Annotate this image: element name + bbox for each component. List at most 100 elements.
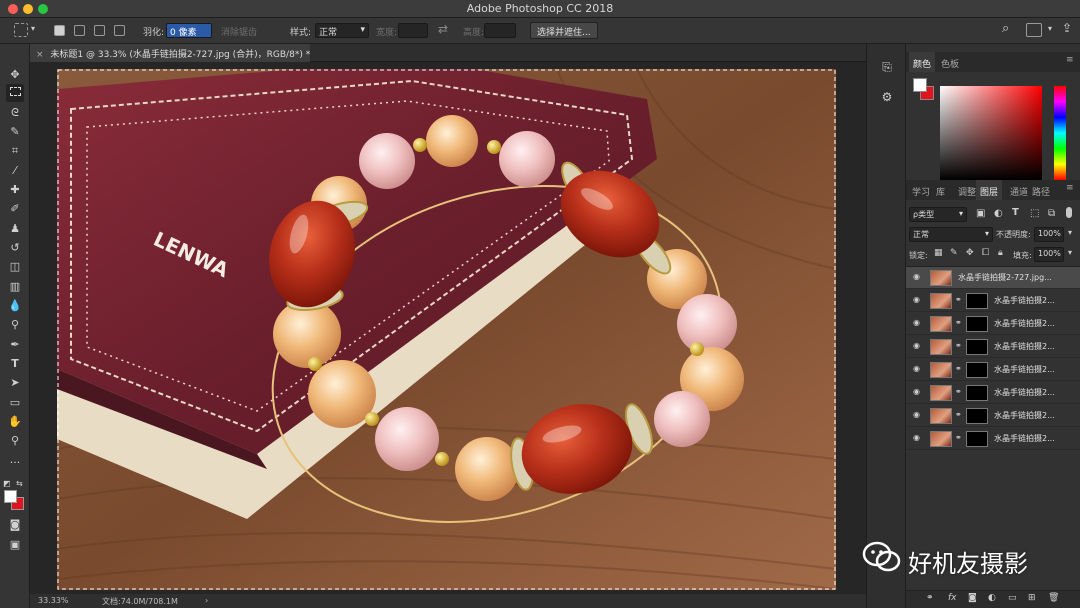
layer-row[interactable]: ◉ ⚭ 水晶手链拍摄2... <box>906 405 1080 427</box>
layer-name[interactable]: 水晶手链拍摄2... <box>994 410 1055 421</box>
hand-tool-icon[interactable]: ✋ <box>6 413 24 431</box>
add-selection-icon[interactable] <box>74 25 85 36</box>
lasso-tool-icon[interactable]: ᘓ <box>6 104 24 122</box>
mask-link-icon[interactable]: ⚭ <box>955 387 962 396</box>
height-input[interactable] <box>484 23 516 38</box>
zoom-level[interactable]: 33.33% <box>38 596 69 605</box>
panel-menu-icon[interactable]: ≡ <box>1066 55 1074 65</box>
layer-thumbnail[interactable] <box>930 339 952 355</box>
filter-toggle[interactable] <box>1066 207 1072 218</box>
filter-pixel-icon[interactable]: ▣ <box>976 208 985 219</box>
new-layer-icon[interactable]: ⊞ <box>1028 593 1036 603</box>
visibility-eye-icon[interactable]: ◉ <box>913 341 923 351</box>
mask-link-icon[interactable]: ⚭ <box>955 364 962 373</box>
healing-brush-tool-icon[interactable]: ✚ <box>6 181 24 199</box>
rectangular-marquee-tool-icon[interactable] <box>6 84 24 102</box>
layer-mask-thumbnail[interactable] <box>966 339 988 355</box>
tab-libraries[interactable]: 库 <box>936 185 945 198</box>
hue-slider[interactable] <box>1054 86 1066 180</box>
antialias-checkbox-label[interactable]: 消除锯齿 <box>221 25 257 38</box>
tab-adjustments[interactable]: 调整 <box>958 185 976 198</box>
mask-link-icon[interactable]: ⚭ <box>955 410 962 419</box>
visibility-eye-icon[interactable]: ◉ <box>913 410 923 420</box>
link-icon[interactable]: ⚭ <box>926 593 934 603</box>
layer-name[interactable]: 水晶手链拍摄2... <box>994 364 1055 375</box>
layer-thumbnail[interactable] <box>930 362 952 378</box>
fill-input[interactable]: 100% <box>1034 247 1064 262</box>
chevron-down-icon[interactable]: ▾ <box>1068 228 1072 237</box>
adjustment-icon[interactable]: ◐ <box>988 593 996 603</box>
foreground-color-swatch[interactable] <box>4 490 17 503</box>
filter-smart-object-icon[interactable]: ⧉ <box>1048 208 1055 219</box>
chevron-down-icon[interactable]: ▾ <box>31 24 35 33</box>
feather-input[interactable]: 0 像素 <box>166 23 212 38</box>
crop-tool-icon[interactable]: ⌗ <box>6 142 24 160</box>
filter-type-icon[interactable]: T <box>1012 207 1019 218</box>
layer-mask-thumbnail[interactable] <box>966 293 988 309</box>
tab-channels[interactable]: 通道 <box>1010 185 1028 198</box>
layer-thumbnail[interactable] <box>930 408 952 424</box>
style-select[interactable]: 正常 ▾ <box>315 23 369 38</box>
visibility-eye-icon[interactable]: ◉ <box>913 364 923 374</box>
close-tab-icon[interactable]: × <box>36 50 44 60</box>
lock-position-icon[interactable]: ✥ <box>966 248 974 258</box>
layer-thumbnail[interactable] <box>930 431 952 447</box>
tab-learn[interactable]: 学习 <box>912 185 930 198</box>
zoom-tool-icon[interactable]: ⚲ <box>6 432 24 450</box>
layer-row[interactable]: ◉ ⚭ 水晶手链拍摄2... <box>906 290 1080 312</box>
filter-shape-icon[interactable]: ⬚ <box>1030 208 1039 219</box>
layer-mask-thumbnail[interactable] <box>966 316 988 332</box>
mask-icon[interactable]: ◙ <box>968 593 977 603</box>
history-brush-tool-icon[interactable]: ↺ <box>6 239 24 257</box>
layer-mask-thumbnail[interactable] <box>966 362 988 378</box>
document-tab[interactable]: × 未标题1 @ 33.3% (水晶手链拍摄2-727.jpg (合并)，RGB… <box>30 44 310 62</box>
lock-artboard-icon[interactable]: ⧠ <box>982 248 989 258</box>
canvas-area[interactable]: LENWA <box>30 62 866 594</box>
mask-link-icon[interactable]: ⚭ <box>955 341 962 350</box>
lock-transparency-icon[interactable]: ▦ <box>934 248 943 258</box>
layer-row[interactable]: ◉ ⚭ 水晶手链拍摄2... <box>906 336 1080 358</box>
mask-link-icon[interactable]: ⚭ <box>955 295 962 304</box>
visibility-eye-icon[interactable]: ◉ <box>913 272 923 282</box>
visibility-eye-icon[interactable]: ◉ <box>913 318 923 328</box>
eyedropper-tool-icon[interactable]: ⁄ <box>6 162 24 180</box>
swap-colors-icon[interactable]: ⇆ <box>16 479 23 488</box>
layer-name[interactable]: 水晶手链拍摄2... <box>994 295 1055 306</box>
layer-row[interactable]: ◉ ⚭ 水晶手链拍摄2... <box>906 313 1080 335</box>
layer-mask-thumbnail[interactable] <box>966 385 988 401</box>
intersect-selection-icon[interactable] <box>114 25 125 36</box>
layer-thumbnail[interactable] <box>930 270 952 286</box>
screen-mode-icon[interactable]: ▣ <box>6 536 24 554</box>
gradient-tool-icon[interactable]: ▥ <box>6 278 24 296</box>
dodge-tool-icon[interactable]: ⚲ <box>6 316 24 334</box>
new-selection-icon[interactable] <box>54 25 65 36</box>
visibility-eye-icon[interactable]: ◉ <box>913 295 923 305</box>
mask-link-icon[interactable]: ⚭ <box>955 318 962 327</box>
trash-icon[interactable]: 🗑︎ <box>1048 593 1059 603</box>
blend-mode-select[interactable]: 正常 ▾ <box>909 227 993 242</box>
tab-layers[interactable]: 图层 <box>976 180 1003 200</box>
layer-row[interactable]: ◉ ⚭ 水晶手链拍摄2... <box>906 359 1080 381</box>
blur-tool-icon[interactable]: 💧 <box>6 297 24 315</box>
chevron-down-icon[interactable]: ▾ <box>1048 24 1052 33</box>
layer-name[interactable]: 水晶手链拍摄2... <box>994 433 1055 444</box>
filter-adjustment-icon[interactable]: ◐ <box>994 208 1003 219</box>
panel-menu-icon[interactable]: ≡ <box>1066 183 1074 193</box>
layer-row[interactable]: ◉ ⚭ 水晶手链拍摄2... <box>906 382 1080 404</box>
layer-name[interactable]: 水晶手链拍摄2... <box>994 318 1055 329</box>
more-tools-icon[interactable]: ··· <box>6 454 24 472</box>
layer-name[interactable]: 水晶手链拍摄2... <box>994 341 1055 352</box>
fx-icon[interactable]: fx <box>948 593 957 603</box>
path-selection-tool-icon[interactable]: ➤ <box>6 374 24 392</box>
lock-pixels-icon[interactable]: ✎ <box>950 248 958 258</box>
width-input[interactable] <box>398 23 428 38</box>
visibility-eye-icon[interactable]: ◉ <box>913 387 923 397</box>
brush-tool-icon[interactable]: ✐ <box>6 200 24 218</box>
layer-name[interactable]: 水晶手链拍摄2... <box>994 387 1055 398</box>
search-icon[interactable]: ⌕ <box>1002 21 1009 36</box>
layer-row[interactable]: ◉ ⚭ 水晶手链拍摄2... <box>906 428 1080 450</box>
layer-mask-thumbnail[interactable] <box>966 431 988 447</box>
status-menu-icon[interactable]: › <box>205 596 208 605</box>
chevron-down-icon[interactable]: ▾ <box>1068 248 1072 257</box>
lock-all-icon[interactable]: 🔒︎ <box>998 248 1003 258</box>
